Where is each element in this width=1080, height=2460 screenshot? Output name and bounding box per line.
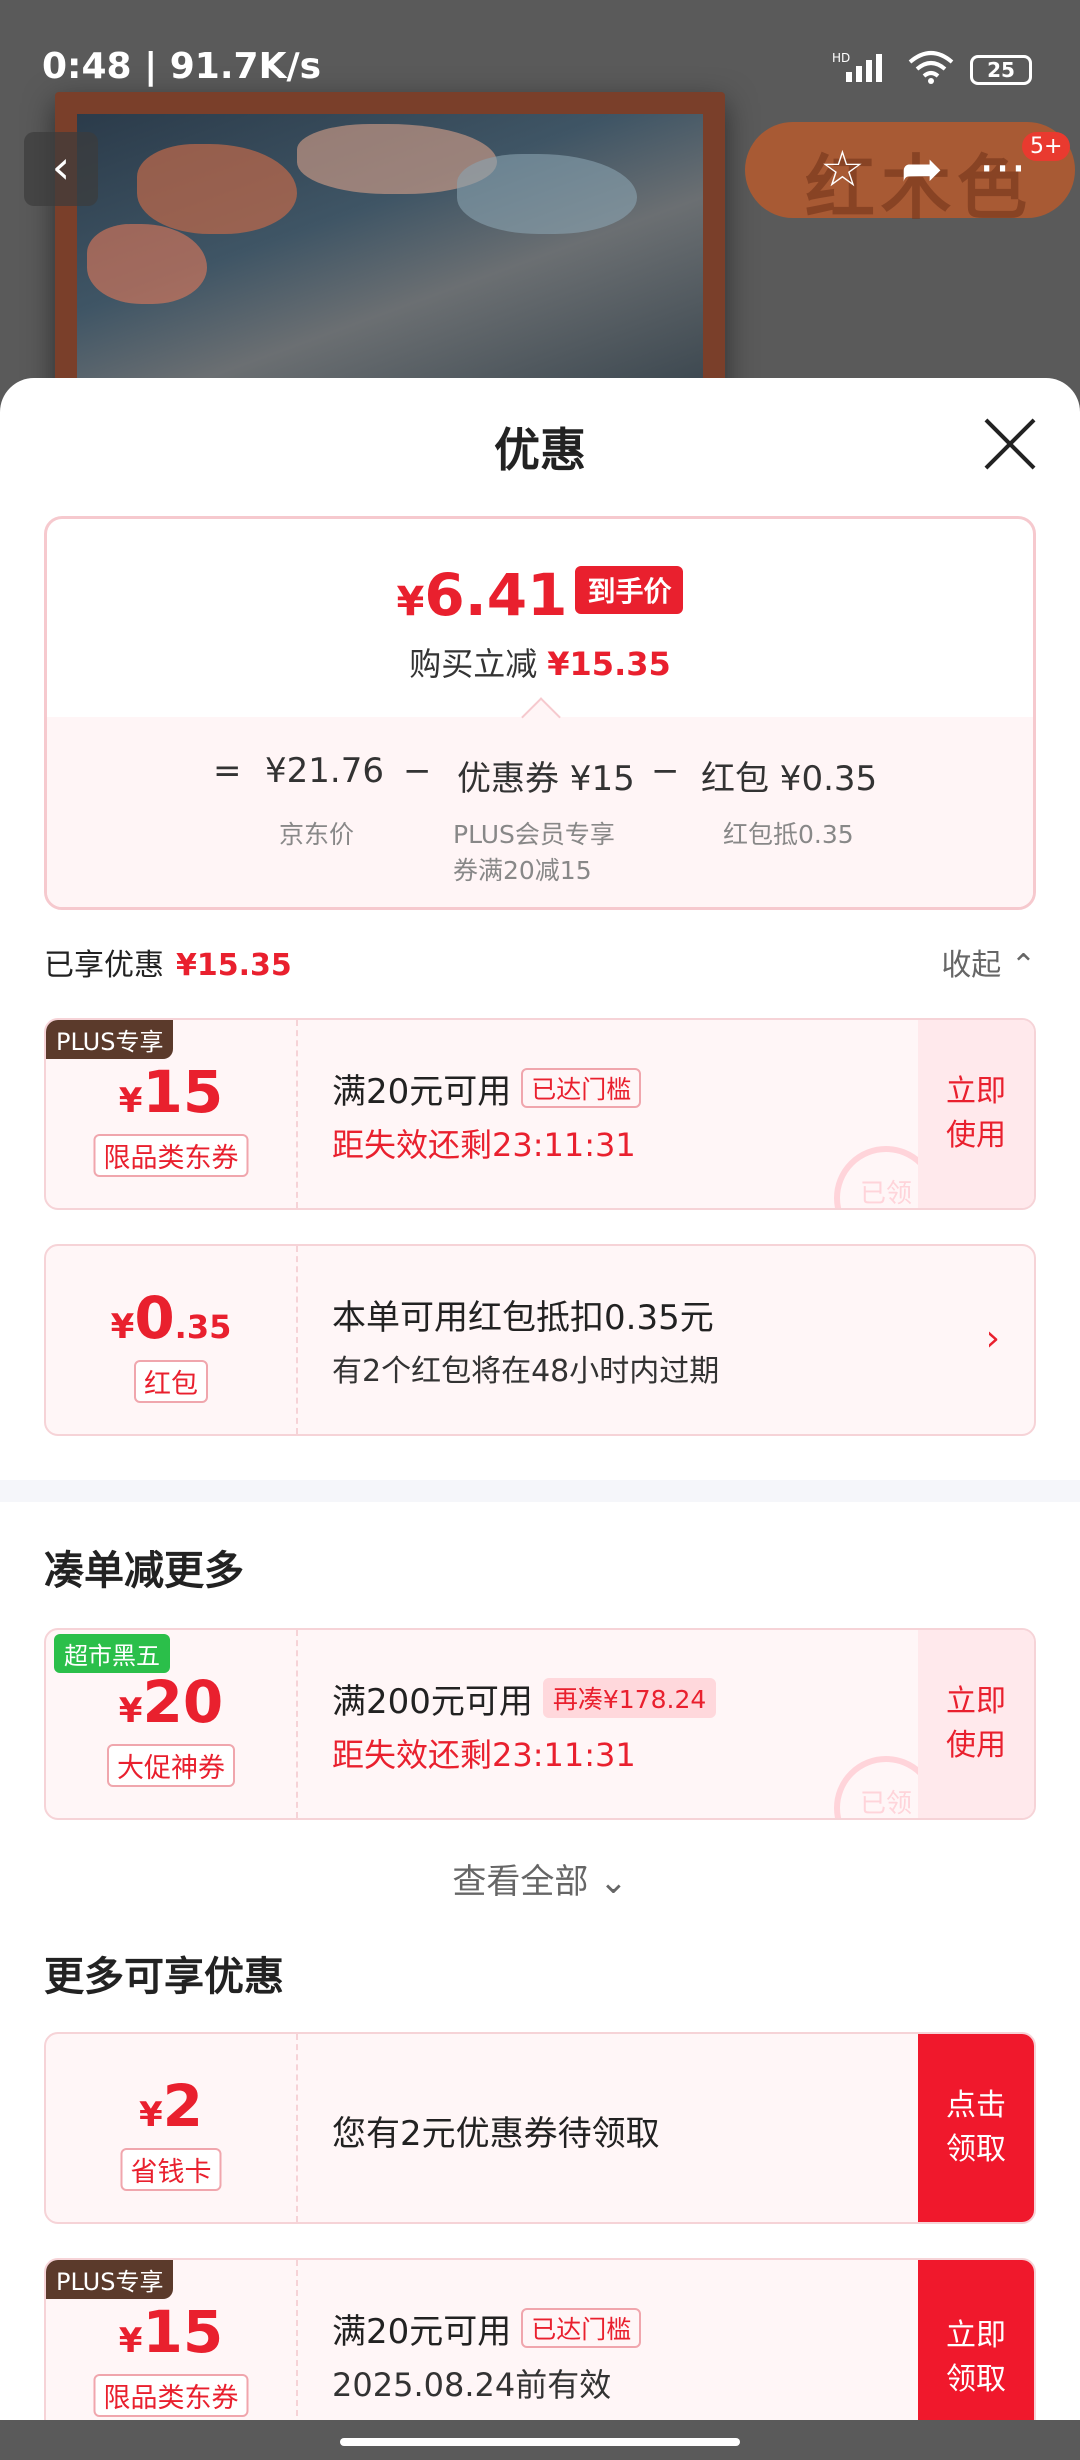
coupon-condition: 满20元可用 已达门槛	[332, 1064, 642, 1113]
coupon-value: ¥15	[118, 1058, 224, 1126]
redpacket-card[interactable]: ¥0.35 红包 本单可用红包抵扣0.35元 有2个红包将在48小时内过期 ›	[44, 1244, 1036, 1436]
claim-button[interactable]: 点击领取	[918, 2034, 1034, 2222]
star-icon[interactable]: ☆	[820, 140, 865, 198]
coupon-value: ¥20	[118, 1668, 224, 1736]
coupon-card: PLUS专享 ¥15 限品类东券 满20元可用 已达门槛 距失效还剩23:11:3…	[44, 1018, 1036, 1210]
coupon-condition: 满200元可用 再凑¥178.24	[332, 1674, 717, 1723]
coupon-kind: 限品类东券	[93, 1134, 249, 1177]
coupon-value: ¥15	[118, 2298, 224, 2366]
final-price-tag: 到手价	[575, 566, 684, 614]
coupon-kind: 限品类东券	[93, 2374, 249, 2417]
more-icon[interactable]: ···	[979, 140, 1027, 198]
battery-icon: 25	[970, 55, 1032, 85]
close-icon[interactable]	[982, 416, 1038, 472]
coupon-kind: 大促神券	[107, 1744, 235, 1787]
home-indicator[interactable]	[0, 2420, 1080, 2460]
status-time: 0:48 | 91.7K/s	[42, 46, 322, 87]
coupon-condition: 满20元可用 已达门槛	[332, 2304, 642, 2353]
add-more-badge: 再凑¥178.24	[542, 1678, 717, 1718]
svg-text:HD: HD	[832, 51, 850, 65]
chevron-up-icon: ⌃	[1010, 948, 1036, 983]
wifi-icon	[906, 50, 956, 90]
more-section-title: 凑单减更多	[44, 1548, 244, 1594]
signal-icon: HD	[832, 50, 892, 90]
back-button[interactable]: ‹	[24, 132, 98, 206]
jd-price-label: 京东价	[279, 820, 355, 849]
coupon-card-supermarket: 超市黑五 ¥20 大促神券 满200元可用 再凑¥178.24 距失效还剩23:1…	[44, 1628, 1036, 1820]
use-now-button[interactable]: 立即使用	[918, 1630, 1034, 1818]
threshold-badge: 已达门槛	[521, 1068, 642, 1108]
redpacket-deduction: 红包 ¥0.35	[701, 759, 878, 799]
enjoyed-discount: 已享优惠 ¥15.35	[44, 948, 292, 983]
coupon-kind: 省钱卡	[120, 2148, 222, 2191]
sheet-title: 优惠	[494, 423, 586, 477]
plus-corner-tag: PLUS专享	[46, 2260, 174, 2299]
price-summary-card: ¥6.41 到手价 购买立减 ¥15.35 = ¥21.76 − 优惠券 ¥15 −…	[44, 516, 1036, 910]
redpacket-kind: 红包	[134, 1360, 208, 1403]
redpacket-expiry: 有2个红包将在48小时内过期	[332, 1354, 720, 1389]
coupon-value: ¥2	[138, 2072, 204, 2140]
coupon-deduction: 优惠券 ¥15	[457, 759, 635, 799]
jd-price: ¥21.76	[265, 751, 384, 791]
collapse-button[interactable]: 收起 ⌃	[941, 940, 1036, 984]
section-divider	[0, 1480, 1080, 1502]
redpacket-main: 本单可用红包抵扣0.35元	[332, 1298, 714, 1338]
coupon-condition: 您有2元优惠券待领取	[332, 2114, 660, 2154]
final-price: ¥6.41 到手价	[47, 561, 1033, 629]
message-badge: 5+	[1022, 132, 1071, 161]
coupon-countdown: 距失效还剩23:11:31	[332, 1126, 636, 1164]
coupon-validity: 2025.08.24前有效	[332, 2366, 612, 2404]
chevron-right-icon: ›	[985, 1318, 1000, 1359]
product-image	[55, 92, 725, 420]
status-bar: 0:48 | 91.7K/s HD 25	[0, 0, 1080, 130]
coupon-label-1: PLUS会员专享	[453, 820, 615, 849]
share-icon[interactable]: ➦	[901, 140, 943, 198]
final-price-amount: 6.41	[424, 561, 568, 629]
use-now-button[interactable]: 立即使用	[918, 1020, 1034, 1208]
coupon-countdown: 距失效还剩23:11:31	[332, 1736, 636, 1774]
plus-corner-tag: PLUS专享	[46, 1020, 174, 1059]
watermark-text: 每天省一点	[360, 1538, 530, 1578]
coupon-label-2: 券满20减15	[453, 856, 592, 885]
savings-card-coupon: ¥2 省钱卡 您有2元优惠券待领取 点击领取	[44, 2032, 1036, 2224]
threshold-badge: 已达门槛	[521, 2308, 642, 2348]
instant-reduction: 购买立减 ¥15.35	[409, 645, 671, 683]
redpacket-value: ¥0.35	[110, 1284, 232, 1352]
redpacket-label: 红包抵0.35	[723, 820, 854, 849]
extra-section-title: 更多可享优惠	[44, 1954, 284, 2000]
view-all-button[interactable]: 查看全部 ⌄	[0, 1854, 1080, 1903]
